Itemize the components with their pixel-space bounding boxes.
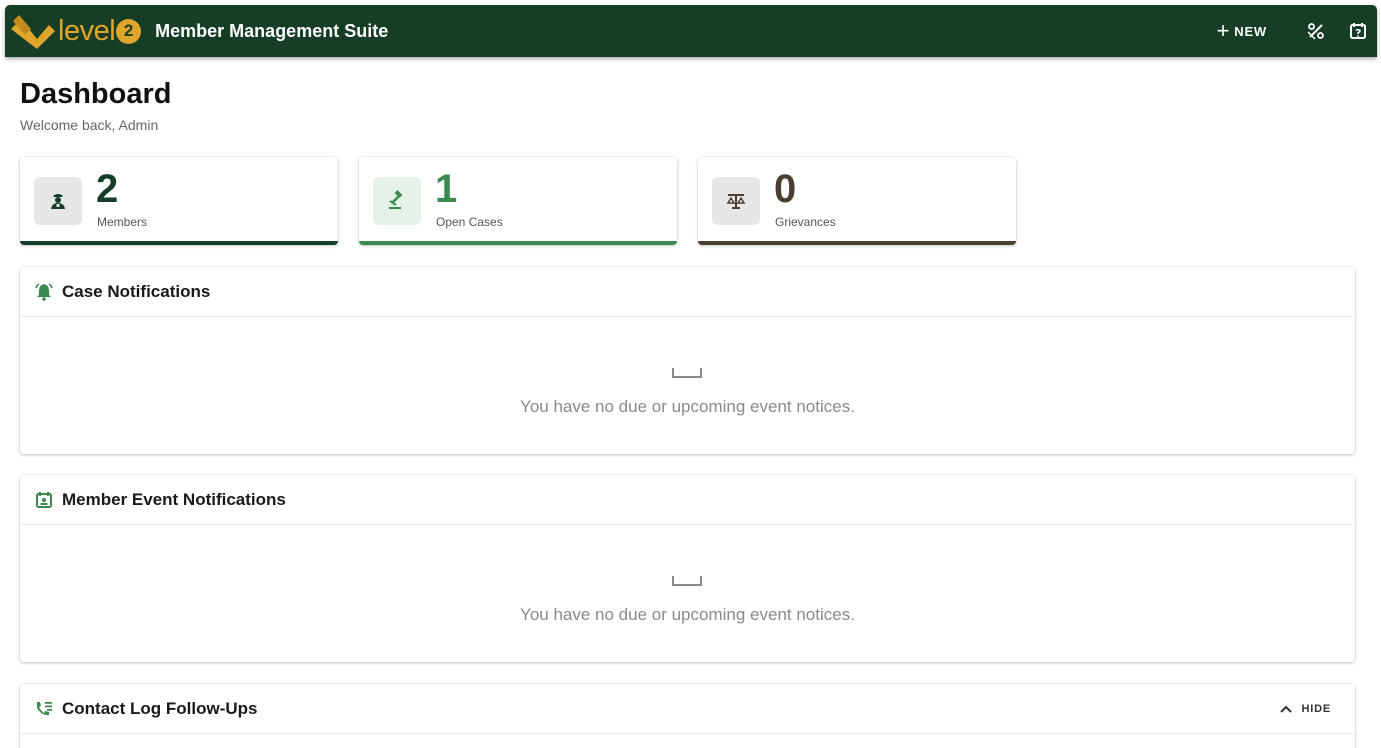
stat-bar bbox=[698, 241, 1016, 245]
panel-title: Case Notifications bbox=[62, 281, 211, 301]
stat-label: Members bbox=[97, 215, 148, 229]
page-subtitle: Welcome back, Admin bbox=[20, 117, 159, 133]
panel-title: Member Event Notifications bbox=[62, 489, 286, 509]
member-event-notifications-panel: Member Event Notifications You have no d… bbox=[20, 475, 1355, 662]
stat-card-members[interactable]: 2 Members bbox=[20, 157, 338, 245]
brand[interactable]: level 2 Member Management Suite bbox=[9, 5, 388, 57]
empty-message: You have no due or upcoming event notice… bbox=[520, 605, 855, 624]
new-button[interactable]: + NEW bbox=[1217, 20, 1267, 42]
case-notifications-panel: Case Notifications You have no due or up… bbox=[20, 267, 1355, 454]
stat-value: 1 bbox=[435, 167, 458, 211]
phone-list-icon bbox=[34, 699, 54, 719]
logo-text: level bbox=[58, 14, 116, 47]
stat-card-open-cases[interactable]: 1 Open Cases bbox=[359, 157, 677, 245]
calendar-icon[interactable] bbox=[1347, 20, 1369, 42]
stat-value: 2 bbox=[96, 167, 119, 211]
page-header: Dashboard Welcome back, Admin bbox=[20, 78, 171, 133]
plus-icon: + bbox=[1216, 18, 1231, 43]
appbar-actions: + NEW bbox=[1217, 5, 1377, 57]
contact-log-panel: Contact Log Follow-Ups HIDE bbox=[20, 684, 1355, 748]
stat-card-grievances[interactable]: 0 Grievances bbox=[698, 157, 1016, 245]
percent-icon[interactable] bbox=[1305, 20, 1327, 42]
page-title: Dashboard bbox=[20, 78, 172, 110]
member-icon bbox=[34, 177, 82, 225]
panel-header: Member Event Notifications bbox=[20, 475, 1355, 525]
scale-icon bbox=[712, 177, 760, 225]
panel-title: Contact Log Follow-Ups bbox=[62, 698, 258, 718]
app-bar: level 2 Member Management Suite + NEW bbox=[5, 5, 1377, 57]
gavel-icon bbox=[373, 177, 421, 225]
logo-badge: 2 bbox=[116, 18, 142, 44]
app-title: Member Management Suite bbox=[155, 20, 389, 41]
bell-icon bbox=[34, 282, 54, 302]
new-button-label: NEW bbox=[1234, 23, 1267, 39]
stat-value: 0 bbox=[774, 167, 797, 211]
empty-message: You have no due or upcoming event notice… bbox=[520, 397, 855, 416]
empty-tray-icon bbox=[672, 576, 702, 586]
hide-button-label: HIDE bbox=[1301, 702, 1331, 715]
calendar-event-icon bbox=[34, 490, 54, 510]
panel-header: Contact Log Follow-Ups HIDE bbox=[20, 684, 1355, 734]
panel-header: Case Notifications bbox=[20, 267, 1355, 317]
empty-state: You have no due or upcoming event notice… bbox=[20, 317, 1355, 454]
stat-bar bbox=[20, 241, 338, 245]
stat-label: Open Cases bbox=[436, 215, 503, 229]
hide-button[interactable]: HIDE bbox=[1279, 702, 1331, 715]
empty-state: You have no due or upcoming event notice… bbox=[20, 525, 1355, 662]
stat-bar bbox=[359, 241, 677, 245]
chevron-up-icon bbox=[1279, 705, 1292, 713]
stat-label: Grievances bbox=[775, 215, 836, 229]
logo-icon bbox=[11, 15, 55, 49]
empty-tray-icon bbox=[672, 368, 702, 378]
